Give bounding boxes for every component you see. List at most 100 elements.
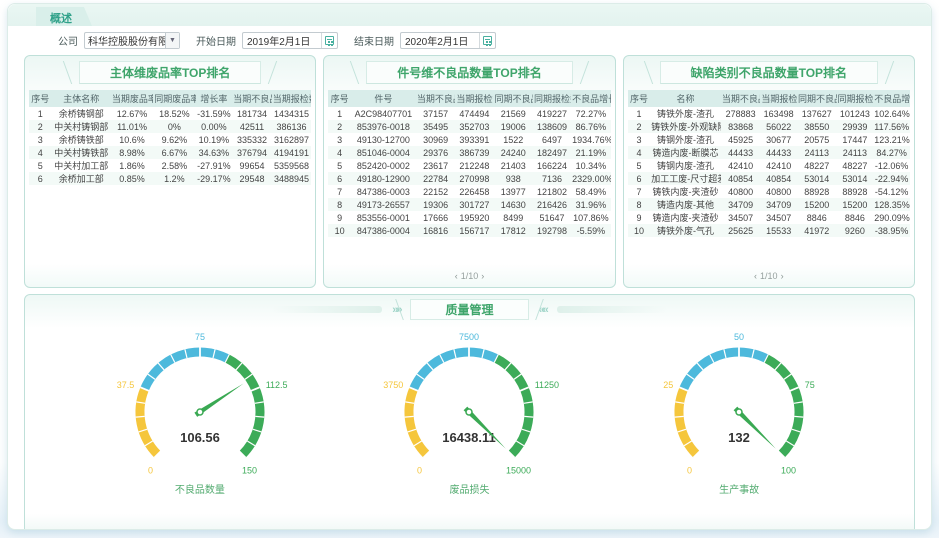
table-cell: 16816: [416, 224, 456, 237]
dashboard-card: 概述 公司 科华控股股份有限 ▼ 开始日期 结束日期 主体维废品率TOP排名 序…: [7, 3, 932, 530]
table-cell: 34.63%: [196, 146, 233, 159]
tab-overview[interactable]: 概述: [36, 7, 92, 26]
table-cell: 19006: [493, 120, 533, 133]
start-date-input[interactable]: [243, 35, 321, 46]
table-cell: 42410: [760, 159, 797, 172]
gauge-chart: 037.575112.5150106.56: [80, 328, 320, 480]
table-cell: 847386-0003: [351, 185, 416, 198]
column-header: 不良品增长率: [571, 90, 611, 107]
table-cell: 10: [328, 224, 351, 237]
table-cell: 8846: [797, 211, 837, 224]
end-date-field[interactable]: [400, 32, 496, 49]
end-date-input[interactable]: [401, 35, 479, 46]
table-cell: 9.62%: [153, 133, 195, 146]
table-cell: 铸造内废-夹渣砂: [650, 211, 721, 224]
table-cell: 0%: [153, 120, 195, 133]
table-cell: 474494: [455, 107, 493, 120]
end-calendar-button[interactable]: [479, 33, 495, 48]
table-cell: 38550: [797, 120, 837, 133]
table-cell: 22152: [416, 185, 456, 198]
table-cell: 128.35%: [873, 198, 910, 211]
table-cell: 6: [628, 172, 651, 185]
table-cell: 99654: [232, 159, 272, 172]
table-cell: 中关村加工部: [52, 159, 111, 172]
table-cell: 22784: [416, 172, 456, 185]
table-cell: -22.94%: [873, 172, 910, 185]
pagination-next-icon[interactable]: ›: [478, 271, 487, 281]
table-cell: 182497: [533, 146, 571, 159]
table-cell: 11.01%: [111, 120, 153, 133]
table-cell: 121802: [533, 185, 571, 198]
table-row: 2853976-0018354953527031900613860986.76%: [328, 120, 610, 133]
table-cell: 4: [29, 146, 52, 159]
start-calendar-button[interactable]: [321, 33, 337, 48]
table-cell: 181734: [232, 107, 272, 120]
pagination-next-icon[interactable]: ›: [778, 271, 787, 281]
table-cell: 5359568: [272, 159, 312, 172]
table-cell: 铸铁外废-渣孔: [650, 107, 721, 120]
gauge-axis-label: 3750: [384, 380, 404, 390]
table-cell: 5: [328, 159, 351, 172]
table-cell: 48227: [837, 159, 874, 172]
table-cell: 72.27%: [571, 107, 611, 120]
gauge-hub: [466, 409, 472, 415]
table-cell: 6497: [533, 133, 571, 146]
table-cell: 2: [628, 120, 651, 133]
table-row: 5中关村加工部1.86%2.58%-27.91%996545359568: [29, 159, 311, 172]
table-cell: 53014: [837, 172, 874, 185]
table-cell: 7: [328, 185, 351, 198]
quality-management-panel: »» 质量管理 «« 037.575112.5150106.56不良品数量037…: [24, 294, 915, 530]
table-row: 7847386-0003221522264581397712180258.49%: [328, 185, 610, 198]
tab-bar: 概述: [8, 4, 931, 26]
table-cell: 1: [29, 107, 52, 120]
column-header: 序号: [628, 90, 651, 107]
table-cell: 41972: [797, 224, 837, 237]
column-header: 同期报检数: [837, 90, 874, 107]
table-cell: 3: [628, 133, 651, 146]
scrap-rate-table: 序号主体名称当期废品率同期废品率增长率当期不良品数当期报检数1余桥铸钢部12.6…: [29, 90, 311, 185]
table-cell: 34709: [760, 198, 797, 211]
company-select[interactable]: 科华控股股份有限 ▼: [84, 32, 180, 49]
panel-title: 件号维不良品数量TOP排名: [366, 61, 572, 84]
table-cell: 123.21%: [873, 133, 910, 146]
column-header: 增长率: [196, 90, 233, 107]
table-cell: 12.67%: [111, 107, 153, 120]
panel-title: 主体维废品率TOP排名: [79, 61, 261, 84]
gauge-value: 106.56: [180, 430, 220, 445]
table-row: 1铸铁外废-渣孔278883163498137627101243102.64%: [628, 107, 910, 120]
column-header: 序号: [328, 90, 351, 107]
table-cell: 21403: [493, 159, 533, 172]
part-number-table: 序号件号当期不良品数当期报检数同期不良品数同期报检数不良品增长率1A2C9840…: [328, 90, 610, 237]
table-cell: 6.67%: [153, 146, 195, 159]
table-cell: 35495: [416, 120, 456, 133]
table-cell: -27.91%: [196, 159, 233, 172]
gauge-title: 废品损失: [349, 481, 589, 496]
table-cell: 44433: [721, 146, 761, 159]
table-cell: 270998: [455, 172, 493, 185]
table-row: 4中关村铸铁部8.98%6.67%34.63%3767944194191: [29, 146, 311, 159]
start-date-field[interactable]: [242, 32, 338, 49]
table-cell: 10.6%: [111, 133, 153, 146]
table-cell: 301727: [455, 198, 493, 211]
table-cell: 853976-0018: [351, 120, 416, 133]
table-cell: 0.85%: [111, 172, 153, 185]
table-row: 1A2C98407701371574744942156941922772.27%: [328, 107, 610, 120]
table-row: 2铸铁外废-外观缺陷83868560223855029939117.56%: [628, 120, 910, 133]
gauge-axis-label: 15000: [506, 466, 531, 476]
end-date-label: 结束日期: [354, 33, 394, 48]
table-cell: 393391: [455, 133, 493, 146]
gauge: 037507500112501500016438.11废品损失: [349, 328, 589, 496]
table-cell: 8846: [837, 211, 874, 224]
pagination-prev-icon[interactable]: ‹: [452, 271, 461, 281]
table-cell: 4: [628, 146, 651, 159]
table-row: 4851046-0004293763867392424018249721.19%: [328, 146, 610, 159]
column-header: 当期不良品数: [232, 90, 272, 107]
column-header: 同期废品率: [153, 90, 195, 107]
gauge-hub: [736, 409, 742, 415]
table-cell: 18.52%: [153, 107, 195, 120]
gauge: 0255075100132生产事故: [619, 328, 859, 496]
column-header: 主体名称: [52, 90, 111, 107]
table-row: 2中关村铸钢部11.01%0%0.00%42511386136: [29, 120, 311, 133]
gauge-axis-label: 112.5: [266, 380, 288, 390]
pagination-prev-icon[interactable]: ‹: [751, 271, 760, 281]
